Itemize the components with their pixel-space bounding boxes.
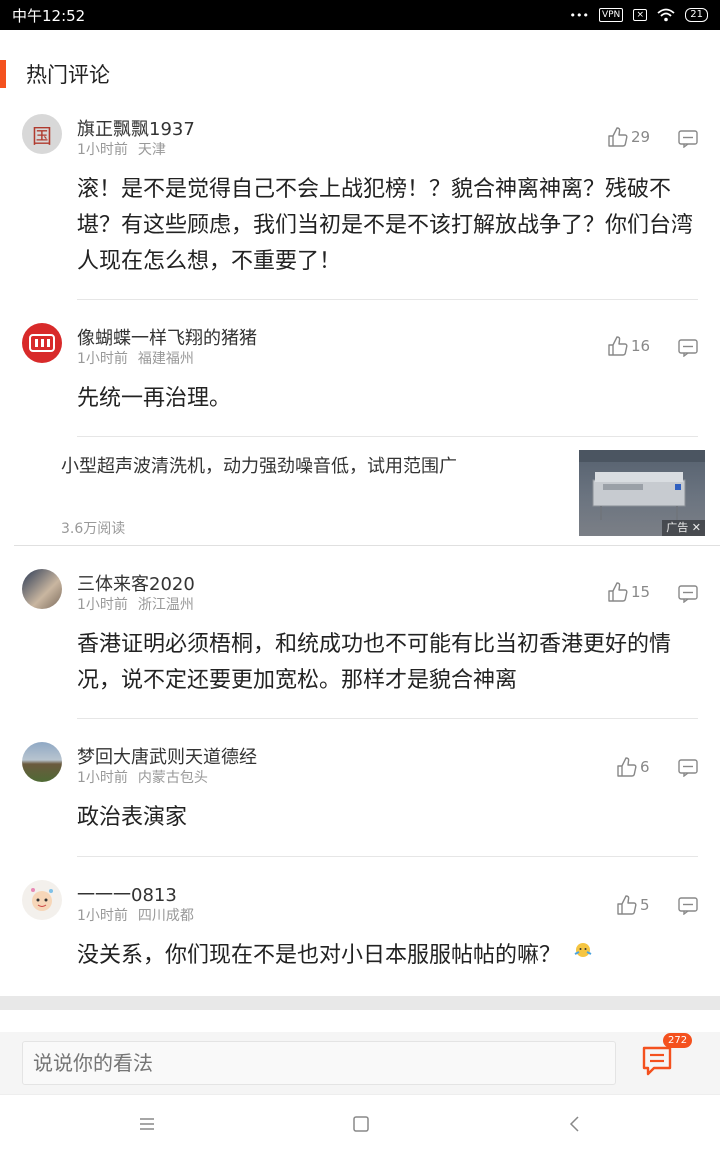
section-separator (0, 996, 720, 1010)
thumbs-up-icon (608, 582, 628, 602)
wifi-icon (657, 8, 675, 22)
reply-icon[interactable] (678, 130, 698, 148)
like-button[interactable]: 15 (607, 581, 650, 603)
comment-text: 滚！是不是觉得自己不会上战犯榜！？貌合神离神离？残破不堪？有这些顾虑，我们当初是… (77, 177, 694, 274)
comment-meta: 1小时前 天津 (77, 142, 166, 158)
thumbs-up-icon (608, 127, 628, 147)
status-time: 中午12:52 (12, 6, 86, 25)
avatar[interactable] (22, 880, 62, 920)
comment-meta: 1小时前 浙江温州 (77, 597, 194, 613)
baby-avatar-icon (31, 888, 53, 911)
comment-username[interactable]: 三体来客2020 (77, 570, 195, 596)
section-title: 热门评论 (26, 63, 110, 87)
signal-dots-icon: ••• (569, 8, 589, 22)
system-nav-bar (0, 1094, 720, 1152)
section-header: 热门评论 (0, 58, 110, 90)
like-count: 5 (640, 896, 650, 914)
like-count: 6 (640, 758, 650, 776)
comment-text: 政治表演家 (77, 805, 188, 830)
ad-read-count: 3.6万阅读 (61, 521, 126, 537)
ad-title[interactable]: 小型超声波清洗机，动力强劲噪音低，试用范围广 (61, 452, 457, 478)
reply-icon[interactable] (678, 339, 698, 357)
emoji-icon (574, 943, 592, 957)
like-count: 15 (631, 583, 651, 601)
thumbs-up-icon (608, 336, 628, 356)
like-button[interactable]: 16 (607, 335, 650, 357)
like-button[interactable]: 5 (616, 894, 650, 916)
divider (77, 856, 698, 857)
thumbs-up-icon (617, 757, 637, 777)
comment-text: 香港证明必须梧桐，和统成功也不可能有比当初香港更好的情况，说不定还要更加宽松。那… (77, 632, 672, 693)
comment-meta: 1小时前 内蒙古包头 (77, 770, 208, 786)
comment-meta: 1小时前 福建福州 (77, 351, 194, 367)
reply-icon[interactable] (678, 759, 698, 777)
divider (77, 299, 698, 300)
comment-input[interactable] (22, 1041, 616, 1085)
reply-icon[interactable] (678, 897, 698, 915)
section-accent-bar (0, 60, 6, 88)
comment-username[interactable]: 像蝴蝶一样飞翔的猪猪 (77, 324, 257, 350)
divider (14, 545, 720, 546)
ad-image[interactable]: 广告 ✕ (579, 450, 705, 536)
like-count: 16 (631, 337, 651, 355)
like-button[interactable]: 6 (616, 756, 650, 778)
avatar[interactable]: 国 (22, 114, 62, 154)
comment-username[interactable]: 一一一0813 (77, 881, 177, 907)
divider (77, 436, 698, 437)
divider (77, 718, 698, 719)
thumbs-up-icon (617, 895, 637, 915)
comment-username[interactable]: 梦回大唐武则天道德经 (77, 743, 257, 769)
avatar[interactable] (22, 569, 62, 609)
comment-username[interactable]: 旗正飘飘1937 (77, 115, 195, 141)
reply-icon[interactable] (678, 585, 698, 603)
ad-card[interactable]: 小型超声波清洗机，动力强劲噪音低，试用范围广 3.6万阅读 广告 ✕ (0, 438, 720, 546)
comment-input-bar (0, 1032, 720, 1094)
back-icon[interactable] (566, 1115, 584, 1133)
comment-text: 先统一再治理。 (77, 386, 232, 411)
like-count: 29 (631, 128, 651, 146)
home-icon[interactable] (352, 1115, 370, 1133)
comment-count-badge: 272 (663, 1033, 693, 1048)
comment-text: 没关系，你们现在不是也对小日本服服帖帖的嘛？ (77, 938, 617, 974)
ad-tag[interactable]: 广告 ✕ (662, 520, 705, 536)
comment-meta: 1小时前 四川成都 (77, 908, 194, 924)
notification-icon: × (633, 9, 648, 21)
battery-icon: 21 (685, 8, 708, 22)
status-bar: 中午12:52 ••• VPN × 21 (0, 0, 720, 30)
comments-icon[interactable] (640, 1044, 674, 1078)
avatar[interactable] (22, 742, 62, 782)
vpn-icon: VPN (598, 8, 624, 22)
avatar[interactable] (22, 323, 62, 363)
like-button[interactable]: 29 (607, 126, 650, 148)
app-logo-icon (29, 334, 55, 352)
menu-icon[interactable] (138, 1115, 156, 1133)
